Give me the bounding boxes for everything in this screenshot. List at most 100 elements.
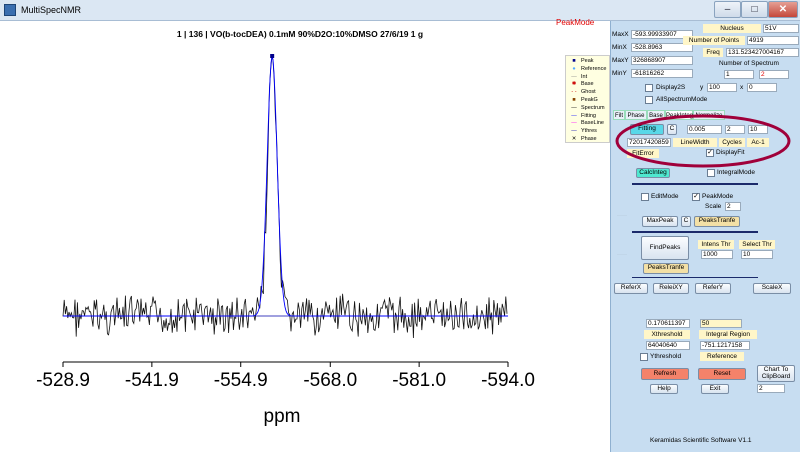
nspec-field-a[interactable]: 1 xyxy=(724,70,754,79)
help-button[interactable]: Help xyxy=(650,384,678,394)
x-tick-label: -528.9 xyxy=(36,370,90,391)
section-divider-2 xyxy=(632,231,758,233)
legend-label: Reference xyxy=(581,65,607,72)
close-button[interactable]: ✕ xyxy=(768,1,798,18)
legend-symbol: — xyxy=(571,128,577,135)
reset-button[interactable]: Reset xyxy=(698,368,746,380)
xthreshold-label: Xthreshold xyxy=(644,330,690,339)
value-field-2[interactable]: 50 xyxy=(700,319,742,328)
maxpeak-button[interactable]: MaxPeak xyxy=(642,216,678,227)
peakstranfe-button-2[interactable]: PeaksTranfe xyxy=(643,263,689,274)
legend-symbol: — xyxy=(571,73,577,80)
legend-item: — Int xyxy=(566,73,611,81)
peakmode-label: PeakMode xyxy=(702,193,734,200)
fit-value-field[interactable]: 72017420859 xyxy=(627,138,671,147)
scalex-button[interactable]: ScaleX xyxy=(753,283,791,294)
freq-field[interactable]: 131.523427004167 xyxy=(726,48,799,57)
integralmode-label: IntegralMode xyxy=(717,169,755,176)
legend-item: ✱ Base xyxy=(566,80,611,88)
editmode-checkbox[interactable] xyxy=(641,193,649,201)
footer-label: Keramidas Scientific Software V1.1 xyxy=(650,437,752,444)
calcinteg-button[interactable]: CalcInteg xyxy=(636,168,670,178)
exit-button[interactable]: Exit xyxy=(701,384,729,394)
fitting-c-button[interactable]: C xyxy=(667,124,677,135)
legend-symbol: ■ xyxy=(572,97,576,103)
displayfit-label: DisplayFit xyxy=(716,149,745,156)
maxy-field[interactable]: 326868907 xyxy=(631,56,693,65)
legend-label: BaseLine xyxy=(581,120,604,127)
fit-param-c[interactable]: 10 xyxy=(748,125,768,134)
legend-item: — Fitting xyxy=(566,112,611,120)
ghost-label-1: ····· xyxy=(617,213,627,219)
legend-symbol: - - xyxy=(571,89,577,96)
integralmode-checkbox[interactable] xyxy=(707,169,715,177)
legend-item: ■ PeakG xyxy=(566,96,611,104)
referx-button[interactable]: ReferX xyxy=(614,283,648,294)
minx-label: MinX xyxy=(612,44,627,51)
tab-normalize[interactable]: Normalize xyxy=(693,110,725,120)
legend-symbol: ● xyxy=(572,65,576,72)
legend-label: Peak xyxy=(581,58,594,64)
clipboard-field[interactable]: 2 xyxy=(757,384,785,393)
section-divider xyxy=(632,183,758,185)
legend-label: Base xyxy=(581,81,594,88)
fiterror-label: FitError xyxy=(627,149,659,158)
x-label: x xyxy=(740,84,744,91)
allspectrum-checkbox[interactable] xyxy=(645,96,653,104)
intens-thr-field[interactable]: 1000 xyxy=(701,250,733,259)
fitting-button[interactable]: Fitting xyxy=(630,124,664,135)
select-thr-field[interactable]: 10 xyxy=(741,250,773,259)
allspectrum-label: AllSpectrumMode xyxy=(656,96,708,103)
peakmode-checkbox[interactable]: ✓ xyxy=(692,193,700,201)
reference-label: Reference xyxy=(700,352,744,361)
maxpeak-c-button[interactable]: C xyxy=(681,216,691,227)
minimize-button[interactable]: – xyxy=(714,1,741,18)
display2s-checkbox[interactable] xyxy=(645,84,653,92)
nucleus-field[interactable]: 51V xyxy=(763,24,799,33)
peakstranfe-button[interactable]: PeaksTranfe xyxy=(694,216,740,227)
tab-phase[interactable]: Phase xyxy=(625,110,647,120)
linewidth-label: LineWidth xyxy=(673,138,717,147)
npoints-field[interactable]: 4919 xyxy=(747,36,799,45)
value-field-3[interactable]: 64040640 xyxy=(646,341,690,350)
npoints-label: Number of Points xyxy=(683,36,745,45)
y-label: y xyxy=(700,84,704,91)
legend-label: Int xyxy=(581,73,588,80)
spectrum-line xyxy=(62,55,508,339)
miny-field[interactable]: -61816262 xyxy=(631,69,693,78)
chart-to-clipboard-button[interactable]: Chart To ClipBoard xyxy=(757,365,795,382)
refery-button[interactable]: ReferY xyxy=(695,283,731,294)
ythreshold-checkbox[interactable] xyxy=(640,353,648,361)
intens-thr-label: Intens Thr xyxy=(698,240,734,249)
integral-region-label: Integral Region xyxy=(699,330,757,339)
displayfit-checkbox[interactable]: ✓ xyxy=(706,149,714,157)
legend-label: PeakG xyxy=(581,97,598,103)
display2s-label: Display2S xyxy=(656,84,686,91)
releixy-button[interactable]: ReleiXY xyxy=(653,283,689,294)
tab-peakinteg[interactable]: PeakInteg xyxy=(665,110,693,120)
peak-marker[interactable] xyxy=(270,54,275,58)
value-field-1[interactable]: 0.170611397 xyxy=(646,319,690,328)
fit-param-b[interactable]: 2 xyxy=(725,125,745,134)
nspec-field-b[interactable]: 2 xyxy=(759,70,789,79)
fit-param-a[interactable]: 0.005 xyxy=(687,125,722,134)
legend-item: ■ Peak xyxy=(566,57,611,65)
tab-base[interactable]: Base xyxy=(647,110,665,120)
maximize-button[interactable]: □ xyxy=(741,1,768,18)
x-tick-label: -541.9 xyxy=(124,370,179,391)
legend-label: Ythres xyxy=(581,128,597,135)
x-field[interactable]: 0 xyxy=(747,83,777,92)
scale-field[interactable]: 2 xyxy=(725,202,741,211)
refresh-button[interactable]: Refresh xyxy=(641,368,689,380)
findpeaks-button[interactable]: FindPeaks xyxy=(641,236,689,260)
tab-filt[interactable]: Filt xyxy=(613,110,625,120)
section-divider-3 xyxy=(632,277,758,278)
legend-item: — BaseLine xyxy=(566,119,611,127)
legend-symbol: ■ xyxy=(572,58,576,64)
nucleus-label: Nucleus xyxy=(703,24,761,33)
nspec-label: Number of Spectrum xyxy=(719,60,779,67)
y-field[interactable]: 100 xyxy=(707,83,737,92)
value-field-4[interactable]: -751.1217158 xyxy=(700,341,750,350)
miny-label: MinY xyxy=(612,70,627,77)
maxx-label: MaxX xyxy=(612,31,629,38)
